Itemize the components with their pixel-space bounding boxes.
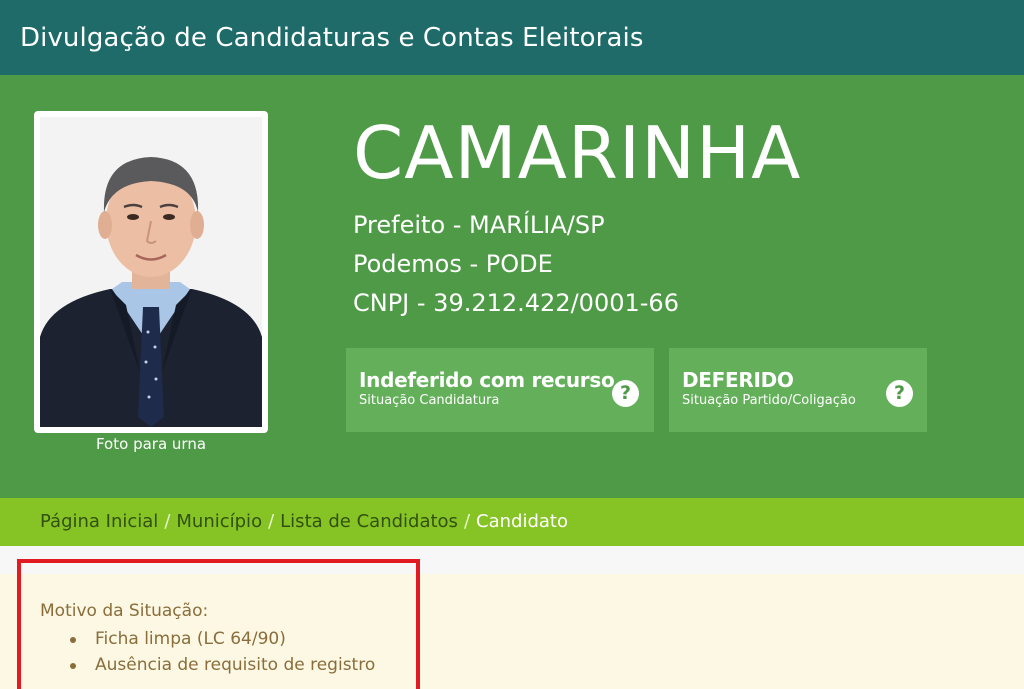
candidate-name: CAMARINHA bbox=[353, 111, 802, 195]
candidacy-status-label: Situação Candidatura bbox=[359, 393, 500, 408]
situation-reason-list: Ficha limpa (LC 64/90) Ausência de requi… bbox=[70, 626, 375, 678]
breadcrumb-home-link[interactable]: Página Inicial bbox=[40, 511, 158, 532]
breadcrumb-separator: / bbox=[463, 511, 471, 532]
list-item: Ficha limpa (LC 64/90) bbox=[70, 626, 375, 652]
help-icon[interactable]: ? bbox=[886, 380, 913, 407]
breadcrumb-separator: / bbox=[268, 511, 275, 532]
site-title: Divulgação de Candidaturas e Contas Elei… bbox=[20, 23, 644, 53]
breadcrumb-candidate-list-link[interactable]: Lista de Candidatos bbox=[280, 511, 458, 532]
candidate-party: Podemos - PODE bbox=[353, 250, 553, 278]
candidate-photo bbox=[40, 117, 262, 427]
list-item: Ausência de requisito de registro bbox=[70, 652, 375, 678]
candidate-cnpj: CNPJ - 39.212.422/0001-66 bbox=[353, 289, 679, 317]
breadcrumb-bar: Página Inicial / Município / Lista de Candid… bbox=[0, 498, 1024, 546]
breadcrumb-current: Candidato bbox=[476, 511, 568, 532]
candidacy-status-card: Indeferido com recurso Situação Candidat… bbox=[346, 348, 654, 432]
candidate-photo-card bbox=[34, 111, 268, 433]
photo-caption: Foto para urna bbox=[95, 435, 207, 453]
candidacy-status-value: Indeferido com recurso bbox=[359, 368, 615, 392]
site-header: Divulgação de Candidaturas e Contas Elei… bbox=[0, 0, 1024, 75]
party-status-card: DEFERIDO Situação Partido/Coligação ? bbox=[669, 348, 927, 432]
breadcrumb-municipio-link[interactable]: Município bbox=[176, 511, 262, 532]
breadcrumb: Página Inicial / Município / Lista de Candid… bbox=[40, 511, 568, 533]
portrait-image bbox=[40, 117, 262, 427]
candidate-office: Prefeito - MARÍLIA/SP bbox=[353, 211, 605, 239]
breadcrumb-separator: / bbox=[164, 511, 171, 532]
situation-reason-title: Motivo da Situação: bbox=[40, 601, 209, 621]
help-icon[interactable]: ? bbox=[612, 380, 639, 407]
candidate-hero: Foto para urna CAMARINHA Prefeito - MARÍ… bbox=[0, 75, 1024, 498]
